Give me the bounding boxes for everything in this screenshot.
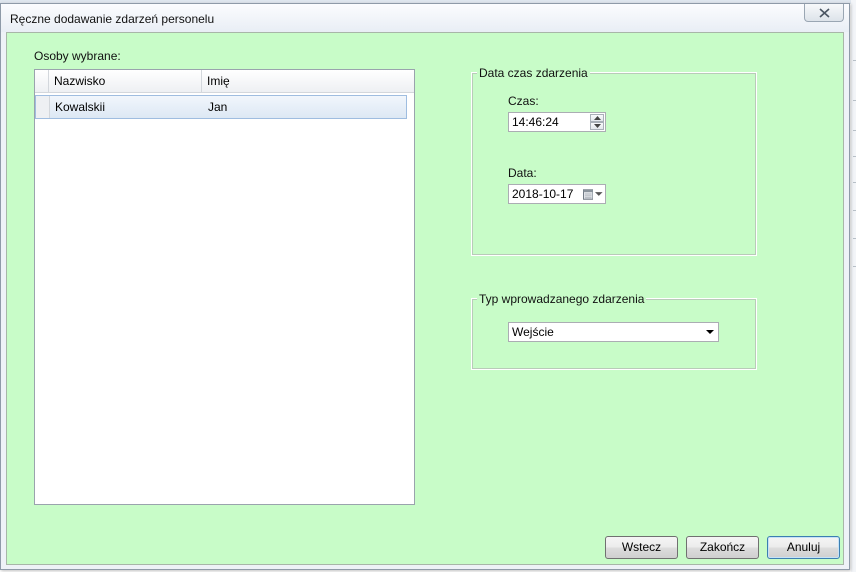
cell-imie: Jan [208,100,228,114]
dialog-window: Ręczne dodawanie zdarzeń personelu Osoby… [0,3,850,570]
event-type-group-legend: Typ wprowadzanego zdarzenia [477,292,647,306]
selected-people-grid[interactable]: Nazwisko Imię Kowalskii Jan [34,69,415,505]
window-title: Ręczne dodawanie zdarzeń personelu [10,12,215,26]
event-type-select[interactable]: Wejście [508,322,719,342]
time-label: Czas: [508,94,539,108]
date-label: Data: [508,166,537,180]
cell-nazwisko: Kowalskii [55,100,106,114]
title-bar[interactable]: Ręczne dodawanie zdarzeń personelu [1,4,849,32]
date-picker[interactable]: 2018-10-17 [508,184,606,204]
column-header-nazwisko[interactable]: Nazwisko [49,70,202,92]
selected-people-label: Osoby wybrane: [34,49,121,63]
cancel-button[interactable]: Anuluj [767,536,840,559]
close-button[interactable] [804,4,844,22]
grid-corner-header [35,70,49,92]
table-row[interactable]: Kowalskii Jan [35,95,407,119]
datetime-group-legend: Data czas zdarzenia [477,66,590,80]
close-icon [818,7,830,18]
grid-header: Nazwisko Imię [35,70,414,93]
time-spinner[interactable] [590,114,604,130]
dialog-content: Osoby wybrane: Nazwisko Imię Kowalskii J… [6,32,844,565]
background-right-edge [851,0,856,572]
finish-button[interactable]: Zakończ [686,536,759,559]
event-type-selected-value: Wejście [512,325,554,339]
row-header[interactable] [36,96,50,118]
spin-down-button[interactable] [590,122,604,130]
back-button[interactable]: Wstecz [605,536,678,559]
chevron-down-icon [595,191,603,196]
chevron-down-icon [706,330,714,334]
calendar-icon [583,188,594,200]
time-picker[interactable]: 14:46:24 [508,112,606,132]
calendar-button[interactable] [583,187,603,201]
time-value: 14:46:24 [512,115,559,129]
column-header-imie[interactable]: Imię [202,70,408,92]
spin-up-button[interactable] [590,114,604,122]
spin-down-icon [593,124,601,128]
spin-up-icon [593,116,601,120]
date-value: 2018-10-17 [512,187,574,201]
